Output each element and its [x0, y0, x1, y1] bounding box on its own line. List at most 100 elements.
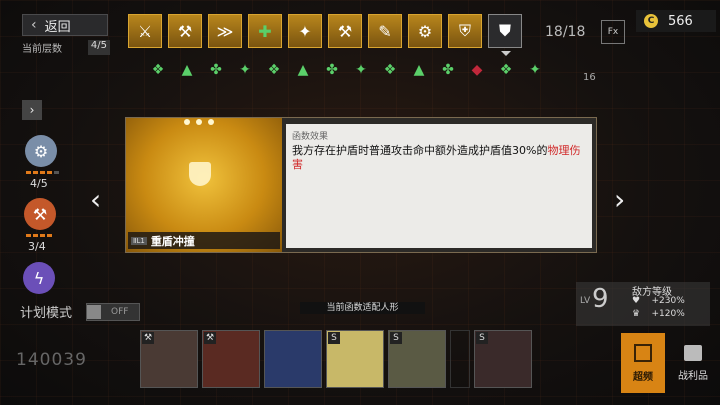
item-shield-plus[interactable]: ⛨ — [448, 14, 482, 48]
item-spark-badge[interactable]: ✦ — [288, 14, 322, 48]
item-tools[interactable]: ⚙ — [408, 14, 442, 48]
toggle-state: OFF — [111, 306, 129, 317]
chip-icon — [634, 343, 652, 362]
doll-portrait[interactable] — [264, 330, 322, 388]
hammer-icon: ⚒ — [337, 21, 353, 41]
map-node[interactable]: ✦ — [351, 62, 371, 78]
fx-label: Fx — [607, 27, 619, 37]
skill-lightning-man[interactable]: ϟ — [23, 262, 55, 294]
item-axe[interactable]: ⚒ — [168, 14, 202, 48]
card-tier-tag: ⅡL1 — [131, 236, 147, 245]
green-cross-icon: ✚ — [258, 21, 272, 41]
lightning-man-icon: ϟ — [33, 268, 45, 288]
spark-badge-icon: ✦ — [298, 21, 312, 41]
loot-label: 战利品 — [678, 370, 708, 382]
prev-card-arrow[interactable]: ‹ — [90, 186, 101, 214]
map-node[interactable]: ▲ — [177, 62, 197, 78]
item-wrench[interactable]: ✎ — [368, 14, 402, 48]
briefcase-icon — [684, 344, 702, 361]
function-item-bar: ⚔ ⚒ ≫ ✚ ✦ ⚒ ✎ ⚙ ⛨ ⛊ — [128, 14, 522, 56]
skill-pips — [26, 171, 59, 174]
map-right-number: 16 — [583, 72, 596, 83]
effect-text: 我方存在护盾时普通攻击命中额外造成护盾值30%的 — [292, 144, 548, 157]
map-node[interactable]: ▲ — [409, 62, 429, 78]
turbo-label: 超频 — [633, 371, 653, 383]
map-node[interactable]: ❖ — [148, 62, 168, 78]
tools-icon: ⚙ — [417, 21, 433, 41]
map-node[interactable]: ✤ — [322, 62, 342, 78]
class-icon: ⚒ — [142, 332, 154, 344]
map-node-row: ❖ ▲ ✤ ✦ ❖ ▲ ✤ ✦ ❖ ▲ ✤ ◆ ❖ ✦ — [148, 62, 545, 78]
currency-display: C 566 — [636, 10, 716, 32]
back-button[interactable]: ‹ 返回 — [22, 14, 108, 36]
map-node[interactable]: ✦ — [235, 62, 255, 78]
effect-description: 我方存在护盾时普通攻击命中额外造成护盾值30%的物理伤害 — [292, 144, 586, 172]
item-green-cross[interactable]: ✚ — [248, 14, 282, 48]
slash-knight-icon: ⚔ — [137, 21, 153, 41]
map-node-danger[interactable]: ◆ — [467, 62, 487, 78]
floor-indicator: 当前层数 4/5 — [22, 40, 110, 55]
hp-bonus: ♥ +230% — [632, 296, 685, 306]
plan-mode: 计划模式 OFF — [20, 302, 141, 321]
class-icon: S — [328, 332, 340, 344]
turbo-button[interactable]: 超频 — [621, 333, 665, 393]
level-value: 9 — [592, 284, 609, 314]
card-art: ⅡL1 重盾冲撞 — [126, 118, 282, 252]
function-list-icon[interactable]: Fx — [601, 20, 625, 44]
gear-shock-icon: ⚙ — [33, 141, 49, 161]
shield-icon: ⛊ — [498, 21, 511, 40]
map-node[interactable]: ✤ — [438, 62, 458, 78]
map-node[interactable]: ✤ — [206, 62, 226, 78]
item-hammer[interactable]: ⚒ — [328, 14, 362, 48]
hammer-strike-icon: ⚒ — [32, 204, 48, 224]
shield-icon — [189, 162, 211, 186]
class-icon: S — [390, 332, 402, 344]
effect-heading: 函数效果 — [292, 132, 329, 142]
card-page-dots — [184, 119, 214, 125]
shield-plus-icon: ⛨ — [458, 21, 471, 40]
doll-portrait[interactable]: S — [388, 330, 446, 388]
currency-value: 566 — [668, 13, 693, 29]
map-node[interactable]: ❖ — [380, 62, 400, 78]
map-node[interactable]: ❖ — [496, 62, 516, 78]
enemy-level-panel: LV 9 敌方等级 ♥ +230% ♛ +120% — [576, 282, 710, 326]
empty-slot — [450, 330, 470, 388]
atk-bonus-value: +120% — [651, 309, 685, 319]
card-name: 重盾冲撞 — [150, 234, 195, 248]
floor-value: 4/5 — [87, 40, 110, 55]
plan-mode-toggle[interactable]: OFF — [86, 302, 141, 321]
next-card-arrow[interactable]: › — [614, 186, 625, 214]
hp-bonus-value: +230% — [651, 296, 685, 306]
axe-icon: ⚒ — [177, 21, 193, 41]
doll-portrait[interactable]: ⚒ — [140, 330, 198, 388]
doll-portrait[interactable]: S — [326, 330, 384, 388]
skill-hammer-strike[interactable]: ⚒ — [24, 198, 56, 230]
back-label: 返回 — [44, 19, 71, 35]
coin-icon: C — [644, 14, 658, 28]
item-selected-shield[interactable]: ⛊ — [488, 14, 522, 48]
team-roster: ⚒ ⚒ S S S — [140, 330, 532, 388]
class-icon: S — [476, 332, 488, 344]
chevron-right-icon: › — [29, 103, 35, 117]
doll-portrait[interactable]: ⚒ — [202, 330, 260, 388]
expand-panel-button[interactable]: › — [22, 100, 42, 120]
map-node[interactable]: ✦ — [525, 62, 545, 78]
atk-bonus: ♛ +120% — [632, 309, 685, 319]
item-count: 18/18 — [545, 24, 586, 40]
card-description-panel: 函数效果 我方存在护盾时普通攻击命中额外造成护盾值30%的物理伤害 — [286, 124, 592, 248]
map-node[interactable]: ❖ — [264, 62, 284, 78]
score-value: 140039 — [16, 350, 87, 370]
doll-portrait[interactable]: S — [474, 330, 532, 388]
item-slash-knight[interactable]: ⚔ — [128, 14, 162, 48]
toggle-knob — [87, 304, 102, 319]
map-node[interactable]: ▲ — [293, 62, 313, 78]
function-card: ⅡL1 重盾冲撞 函数效果 我方存在护盾时普通攻击命中额外造成护盾值30%的物理… — [125, 117, 597, 253]
floor-label: 当前层数 — [22, 44, 62, 55]
wrench-icon: ✎ — [378, 21, 392, 41]
plan-mode-label: 计划模式 — [20, 306, 73, 321]
dash-icon: ≫ — [216, 21, 234, 41]
selected-caret-icon — [501, 51, 511, 56]
loot-button[interactable]: 战利品 — [671, 333, 715, 393]
item-dash[interactable]: ≫ — [208, 14, 242, 48]
skill-gear-shock[interactable]: ⚙ — [25, 135, 57, 167]
